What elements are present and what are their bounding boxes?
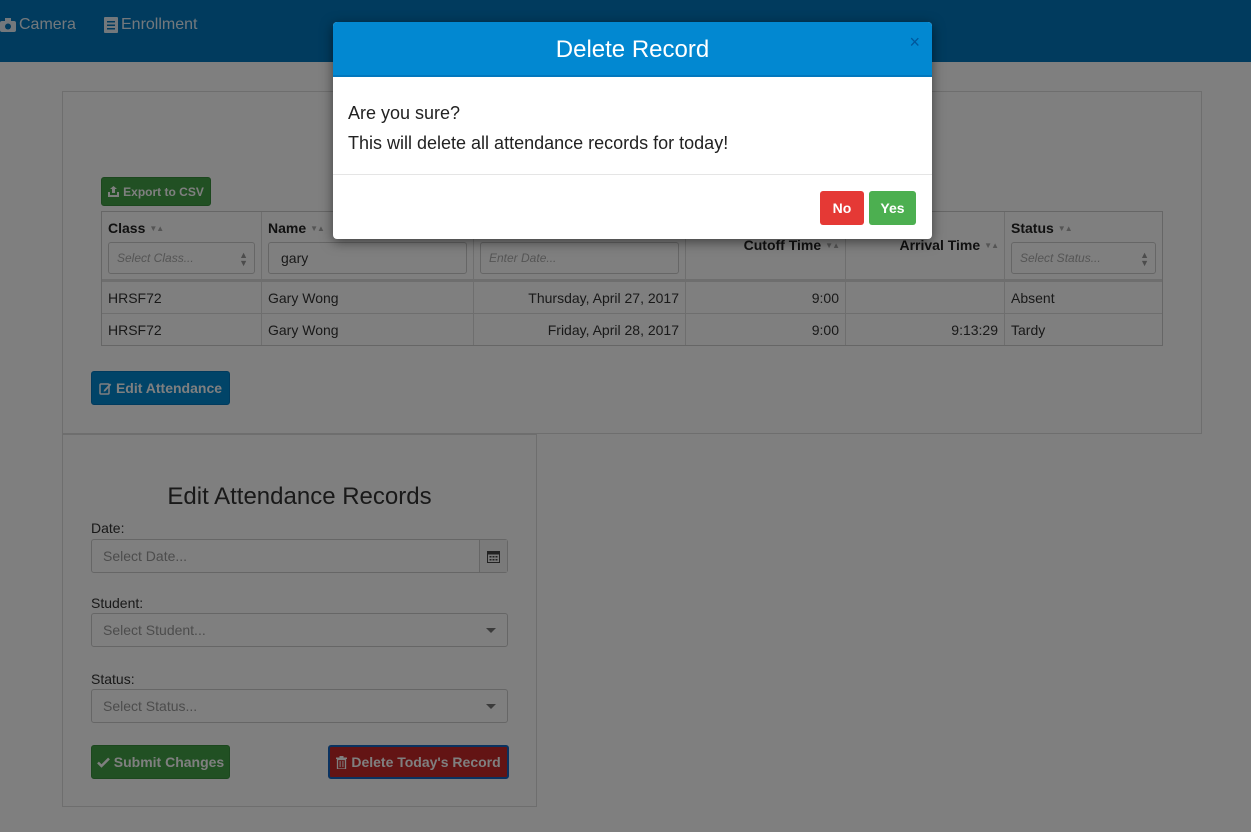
modal-header: Delete Record × xyxy=(333,22,932,77)
modal-question: Are you sure? xyxy=(348,103,461,123)
no-button[interactable]: No xyxy=(820,191,864,225)
modal-footer: No Yes xyxy=(333,174,932,239)
modal-body: Are you sure? This will delete all atten… xyxy=(348,98,728,158)
modal-warning: This will delete all attendance records … xyxy=(348,133,729,153)
delete-record-modal: Delete Record × Are you sure? This will … xyxy=(333,22,932,239)
yes-button[interactable]: Yes xyxy=(869,191,916,225)
modal-title: Delete Record xyxy=(555,36,710,63)
close-icon[interactable]: × xyxy=(909,32,920,53)
